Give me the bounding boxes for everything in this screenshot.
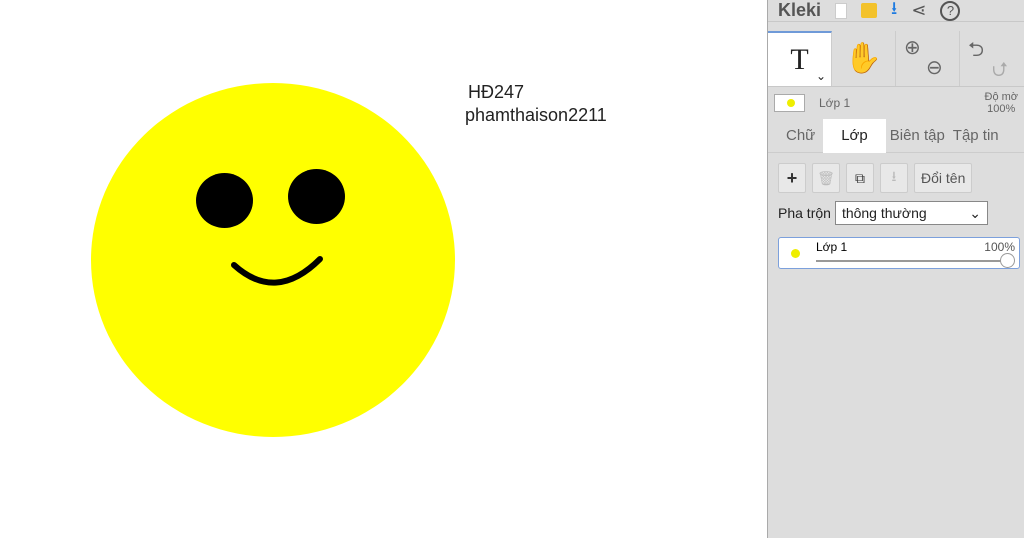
canvas-text-1: HĐ247 (468, 82, 525, 102)
merge-down-button[interactable]: ⭳ (880, 163, 908, 193)
duplicate-layer-button[interactable]: ⧉ (846, 163, 874, 193)
open-folder-icon[interactable] (861, 3, 878, 18)
add-layer-button[interactable]: + (778, 163, 806, 193)
drawing-canvas[interactable]: HĐ247 phamthaison2211 (0, 0, 767, 538)
rename-button[interactable]: Đổi tên (914, 163, 973, 193)
delete-layer-button[interactable]: 🗑 (812, 163, 840, 193)
chevron-down-icon: ⌄ (969, 204, 981, 221)
slider-handle[interactable] (1000, 253, 1015, 268)
tab-layers[interactable]: Lớp (823, 118, 886, 153)
tab-text[interactable]: Chữ (768, 119, 823, 153)
tab-edit[interactable]: Biên tập (886, 119, 949, 153)
share-icon[interactable]: ⋖ (911, 0, 926, 21)
help-icon[interactable]: ? (940, 0, 961, 21)
side-panel: Kleki ⭳ ⋖ ? T ⌄ ✋ ⊕ ⊖ ⮌ ⮍ Lớp 1 Độ mờ 100… (767, 0, 1024, 538)
smile-mouth (231, 256, 323, 286)
blend-mode-value: thông thường (841, 205, 927, 221)
layer-thumbnail (791, 249, 800, 258)
blend-mode-label: Pha trộn (778, 205, 831, 221)
layer-opacity-slider[interactable] (816, 260, 1007, 262)
zoom-out-icon[interactable]: ⊖ (926, 55, 943, 80)
opacity-label: Độ mờ (984, 91, 1019, 103)
left-eye (196, 173, 253, 228)
kleki-logo[interactable]: Kleki (778, 0, 821, 21)
undo-redo-buttons: ⮌ ⮍ (960, 31, 1024, 86)
hand-icon: ✋ (844, 42, 883, 75)
right-eye (288, 169, 345, 224)
chevron-down-icon[interactable]: ⌄ (816, 69, 826, 84)
canvas-text-2: phamthaison2211 (465, 105, 607, 125)
smiley-face-drawing (91, 83, 455, 437)
text-tool-button[interactable]: T ⌄ (768, 31, 832, 86)
layer-name: Lớp 1 (816, 240, 848, 254)
duplicate-icon: ⧉ (855, 169, 865, 186)
plus-icon: + (786, 167, 798, 188)
zoom-in-icon[interactable]: ⊕ (904, 35, 921, 60)
opacity-value: 100% (987, 103, 1016, 115)
trash-icon: 🗑 (817, 169, 835, 186)
layer-opacity: 100% (984, 240, 1015, 254)
layer-item[interactable]: Lớp 1 100% (778, 237, 1020, 269)
blend-mode-select[interactable]: thông thường ⌄ (834, 201, 988, 225)
redo-icon[interactable]: ⮍ (992, 55, 1008, 89)
zoom-buttons: ⊕ ⊖ (896, 31, 960, 86)
tab-file[interactable]: Tập tin (949, 119, 1003, 153)
new-file-icon[interactable] (835, 2, 848, 19)
active-layer-name: Lớp 1 (819, 96, 851, 110)
merge-down-icon: ⭳ (891, 168, 897, 184)
active-layer-thumbnail (774, 94, 805, 112)
undo-icon[interactable]: ⮌ (968, 35, 984, 69)
hand-tool-button[interactable]: ✋ (832, 31, 896, 86)
download-icon[interactable]: ⭳ (891, 0, 897, 26)
